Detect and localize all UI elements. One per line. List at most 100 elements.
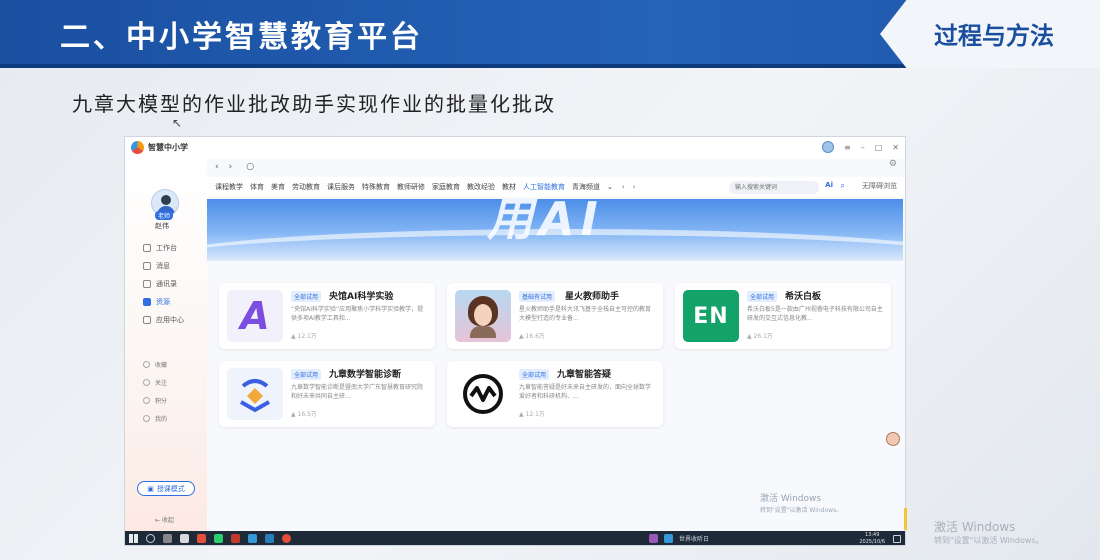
sidebar-item-resources[interactable]: 资源	[143, 293, 184, 311]
profile-avatar-icon[interactable]	[822, 141, 835, 153]
browser-nav: ‹ › ○	[211, 157, 905, 177]
wechat-icon[interactable]	[214, 534, 223, 543]
teaching-mode-button[interactable]: ▣ 授课模式	[137, 481, 195, 496]
card-title: 星火教师助手	[565, 292, 620, 302]
sidebar-item-label: 应用中心	[156, 316, 184, 324]
forward-icon[interactable]: ›	[229, 162, 233, 172]
file-explorer-icon[interactable]	[180, 534, 189, 543]
sidebar-item-favorites[interactable]: 收藏	[143, 355, 167, 373]
app-logo[interactable]: 智慧中小学	[131, 141, 188, 154]
windows-start-icon[interactable]	[129, 534, 138, 543]
refresh-icon[interactable]: ○	[246, 162, 254, 172]
weather-icon[interactable]	[664, 534, 673, 543]
category-scroll: ‹ ›	[622, 183, 636, 191]
menu-icon[interactable]: ≡	[844, 143, 851, 152]
taskbar-clock[interactable]: 13:49 2025/10/6	[859, 532, 885, 545]
close-icon[interactable]: ✕	[892, 143, 899, 152]
minimize-icon[interactable]: –	[861, 143, 865, 152]
hero-banner: 用AI	[207, 199, 903, 261]
sidebar-secondary: 收藏 关注 积分 我的	[143, 355, 167, 427]
browser-icon[interactable]	[248, 534, 257, 543]
accent-bar	[904, 508, 907, 530]
task-view-icon[interactable]	[163, 534, 172, 543]
category-tab-ai-education[interactable]: 人工智能教育	[523, 182, 565, 192]
category-tab[interactable]: 课后服务	[327, 182, 355, 192]
sidebar-item-label: 资源	[156, 298, 170, 306]
category-tab[interactable]: 教师研修	[397, 182, 425, 192]
widget-icon[interactable]	[649, 534, 658, 543]
contacts-icon	[143, 280, 151, 288]
teacher-assistant-avatar-icon	[455, 290, 511, 342]
card-description: “央馆AI科学实验”应用聚焦小学科学实验教学，提供多项AI教学工具和...	[291, 306, 424, 322]
wps-icon[interactable]	[197, 534, 206, 543]
heart-icon	[143, 360, 150, 368]
card-tag: 全部试用	[747, 291, 778, 302]
back-icon[interactable]: ‹	[215, 162, 219, 172]
category-tab[interactable]: 青海频道	[572, 182, 600, 192]
collapse-label: 收起	[161, 517, 174, 524]
sidebar-item-label: 我的	[155, 415, 168, 423]
points-icon	[143, 396, 150, 404]
search-input[interactable]	[729, 181, 819, 194]
settings-icon[interactable]: ⚙	[889, 159, 897, 169]
sidebar-item-label: 工作台	[156, 244, 177, 252]
card-tag: 全部试用	[291, 369, 322, 380]
category-tab[interactable]: 劳动教育	[292, 182, 320, 192]
sidebar-item-app-center[interactable]: 应用中心	[143, 311, 184, 329]
chevron-right-icon[interactable]: ›	[633, 183, 636, 191]
sidebar-item-contacts[interactable]: 通讯录	[143, 275, 184, 293]
category-tab[interactable]: 教材	[502, 182, 516, 192]
taskbar-widgets: 世界收听日	[649, 534, 709, 543]
sidebar-item-workbench[interactable]: 工作台	[143, 239, 184, 257]
watermark-title: 激活 Windows	[934, 520, 1016, 534]
app-titlebar: 智慧中小学 ≡ – □ ✕	[125, 137, 905, 159]
accessibility-link[interactable]: 无障碍浏览	[862, 181, 897, 191]
workbench-icon	[143, 244, 151, 252]
card-tag: 全部试用	[291, 291, 322, 302]
message-icon	[143, 262, 151, 270]
ai-search-icon[interactable]: Ai	[825, 181, 833, 189]
category-tab[interactable]: 特殊教育	[362, 182, 390, 192]
search-icon[interactable]: ⌕	[841, 181, 845, 191]
card-usage: ▲ 12.1万	[519, 409, 545, 418]
watermark-sub: 转到"设置"以激活 Windows。	[760, 507, 843, 514]
card-usage-count: 16.6万	[525, 333, 545, 340]
chevron-down-icon[interactable]: ⌄	[607, 183, 613, 191]
app-card[interactable]: 基础有试用 星火教师助手 星火教师助手是科大讯飞基于全栈自主可控的教育大模型打造…	[447, 283, 663, 349]
app-icon[interactable]	[265, 534, 274, 543]
category-tab[interactable]: 教改经验	[467, 182, 495, 192]
activation-watermark-inner: 激活 Windows 转到"设置"以激活 Windows。	[760, 494, 842, 516]
chevron-left-icon[interactable]: ‹	[622, 183, 625, 191]
card-title: 希沃白板	[785, 292, 822, 302]
maximize-icon[interactable]: □	[875, 143, 883, 152]
mouse-cursor-icon: ↖	[172, 116, 183, 130]
app-card[interactable]: EN 全部试用 希沃白板 希沃白板5是一款由广州视睿电子科技有限公司自主研发的交…	[675, 283, 891, 349]
category-tab[interactable]: 课程教学	[215, 182, 243, 192]
wps-writer-icon[interactable]	[231, 534, 240, 543]
app-card[interactable]: A 全部试用 央馆AI科学实验 “央馆AI科学实验”应用聚焦小学科学实验教学，提…	[219, 283, 435, 349]
sidebar-item-mine[interactable]: 我的	[143, 409, 167, 427]
app-name: 智慧中小学	[148, 143, 188, 152]
sidebar-item-messages[interactable]: 消息	[143, 257, 184, 275]
search-icon[interactable]	[146, 534, 155, 543]
activation-watermark-outer: 激活 Windows 转到"设置"以激活 Windows。	[934, 520, 1044, 548]
sidebar-item-points[interactable]: 积分	[143, 391, 167, 409]
category-tab[interactable]: 体育	[250, 182, 264, 192]
notification-icon[interactable]	[893, 535, 901, 543]
category-tab[interactable]: 美育	[271, 182, 285, 192]
sidebar-item-label: 关注	[155, 379, 168, 387]
category-tab[interactable]: 家庭教育	[432, 182, 460, 192]
card-title: 央馆AI科学实验	[329, 292, 394, 302]
sidebar-item-follow[interactable]: 关注	[143, 373, 167, 391]
app-center-icon	[143, 316, 151, 324]
sidebar-item-label: 收藏	[155, 361, 168, 369]
role-badge: 老师	[155, 211, 174, 220]
collapse-sidebar-button[interactable]: ⇤ 收起	[155, 515, 174, 524]
math-diagnosis-logo-icon	[227, 368, 283, 420]
app-card[interactable]: 全部试用 九章数学智能诊断 九章数学智能诊断是暨南大学广东智慧教育研究院和好未来…	[219, 361, 435, 427]
app-screenshot: 智慧中小学 ≡ – □ ✕ ‹ › ○ ⚙ 老师 赵伟 工作台 消息 通讯录 资…	[124, 136, 906, 546]
record-icon[interactable]	[282, 534, 291, 543]
app-card[interactable]: 全部试用 九章智能答疑 九章智能答疑是好未来自主研发的，面向全球数学爱好者和科研…	[447, 361, 663, 427]
collapse-icon: ⇤	[155, 517, 162, 524]
floating-assistant-avatar[interactable]	[886, 432, 900, 446]
